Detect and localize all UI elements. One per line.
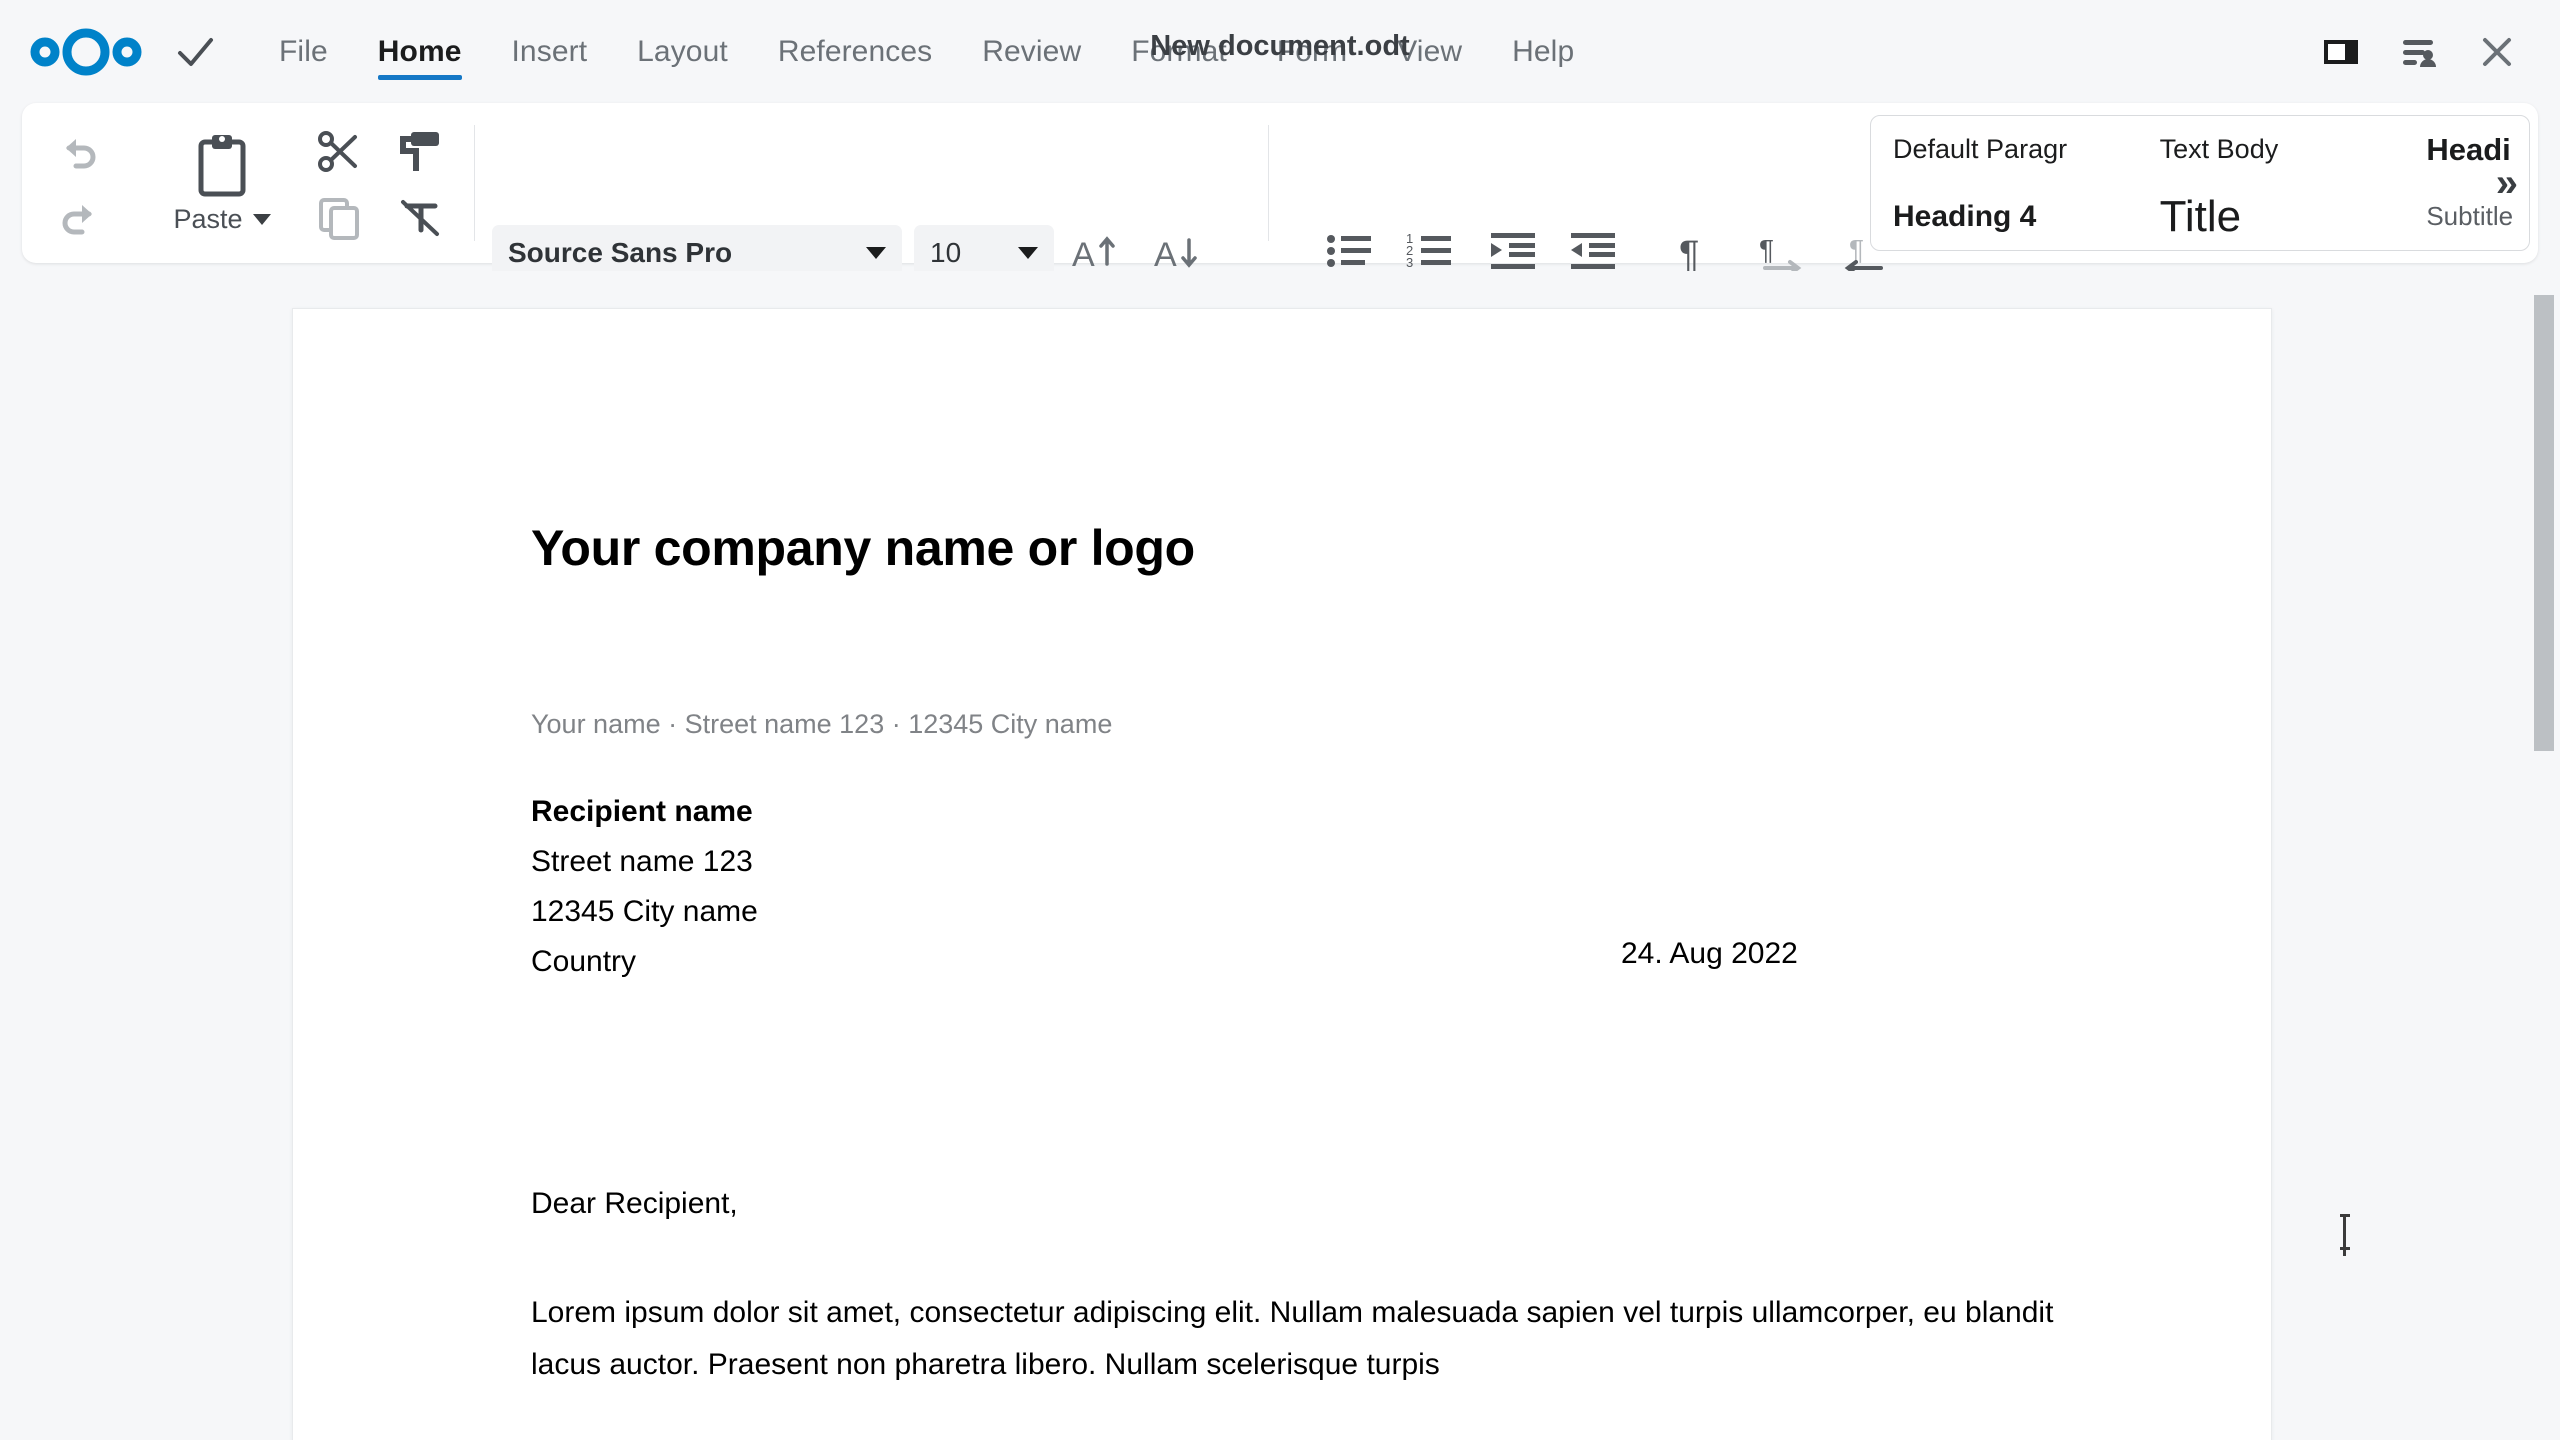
scrollbar-thumb[interactable] [2534, 295, 2554, 751]
clear-formatting-button[interactable] [388, 187, 450, 249]
copy-icon [315, 194, 363, 242]
undo-button[interactable] [48, 121, 110, 183]
clipboard-icon [191, 132, 253, 202]
svg-text:A: A [1154, 236, 1177, 274]
svg-text:¶: ¶ [1759, 234, 1774, 265]
increase-indent-icon [1489, 230, 1537, 274]
menu-item-references[interactable]: References [753, 0, 957, 103]
decrease-font-icon: A [1153, 228, 1201, 276]
cut-button[interactable] [308, 121, 370, 183]
body-paragraph: Lorem ipsum dolor sit amet, consectetur … [531, 1287, 2073, 1391]
scissors-icon [315, 128, 363, 176]
numbered-list-icon: 1 2 3 [1405, 230, 1453, 274]
style-item-text-body[interactable]: Text Body [2138, 116, 2405, 183]
ribbon-toolbar: Paste [22, 103, 2538, 263]
pilcrow-icon: ¶ [1671, 229, 1715, 275]
redo-icon [56, 195, 102, 241]
clone-formatting-button[interactable] [388, 121, 450, 183]
nextcloud-office-window: File Home Insert Layout References Revie… [0, 0, 2560, 1440]
font-name-value: Source Sans Pro [508, 237, 866, 269]
style-item-default-paragraph[interactable]: Default Paragr [1871, 116, 2138, 183]
undo-icon [56, 129, 102, 175]
paste-button[interactable]: Paste [162, 119, 282, 247]
salutation: Dear Recipient, [531, 1187, 738, 1221]
menu-bar: File Home Insert Layout References Revie… [0, 0, 2560, 103]
chevron-down-icon[interactable] [866, 247, 886, 259]
ltr-icon: ¶ [1757, 229, 1805, 275]
style-item-title[interactable]: Title [2138, 183, 2405, 250]
svg-text:3: 3 [1406, 255, 1413, 270]
menu-item-help[interactable]: Help [1487, 0, 1599, 103]
toolbar-divider [1268, 125, 1269, 241]
menu-item-layout[interactable]: Layout [612, 0, 753, 103]
save-status-check-icon[interactable] [172, 29, 218, 75]
users-list-icon[interactable] [2380, 13, 2458, 91]
chevron-down-icon[interactable] [253, 214, 271, 225]
recipient-country: Country [531, 937, 758, 987]
menu-item-file[interactable]: File [254, 0, 353, 103]
recipient-address-block: Recipient name Street name 123 12345 Cit… [531, 787, 758, 987]
chevron-down-icon[interactable] [1018, 247, 1038, 259]
sidebar-toggle-icon[interactable] [2302, 13, 2380, 91]
bullet-list-icon [1325, 230, 1373, 274]
menu-item-review[interactable]: Review [957, 0, 1106, 103]
style-gallery[interactable]: Default Paragr Text Body Headi Heading 4… [1870, 115, 2530, 251]
text-cursor-ibeam [2340, 1214, 2350, 1250]
menu-item-home[interactable]: Home [353, 0, 487, 103]
clear-formatting-icon [395, 194, 443, 242]
font-size-value: 10 [930, 237, 1018, 269]
letter-date: 24. Aug 2022 [1621, 937, 1798, 971]
recipient-street: Street name 123 [531, 837, 758, 887]
window-controls [2302, 0, 2536, 103]
paste-label: Paste [173, 204, 270, 235]
sender-address-line: Your name · Street name 123 · 12345 City… [531, 709, 1112, 740]
copy-button[interactable] [308, 187, 370, 249]
company-heading: Your company name or logo [531, 519, 1195, 577]
expand-style-gallery-icon[interactable]: » [2496, 163, 2518, 203]
document-title: New document.odt [1150, 30, 1409, 63]
document-canvas[interactable]: Your company name or logo Your name · St… [0, 271, 2560, 1440]
decrease-indent-icon [1569, 230, 1617, 274]
toolbar-divider [474, 125, 475, 241]
document-page[interactable]: Your company name or logo Your name · St… [292, 308, 2272, 1440]
recipient-city: 12345 City name [531, 887, 758, 937]
svg-text:A: A [1072, 236, 1095, 274]
increase-font-icon: A [1071, 228, 1119, 276]
nextcloud-logo[interactable] [30, 25, 142, 79]
svg-text:¶: ¶ [1679, 234, 1699, 275]
recipient-name: Recipient name [531, 787, 758, 837]
menu-item-insert[interactable]: Insert [487, 0, 613, 103]
paint-roller-icon [395, 128, 443, 176]
close-icon[interactable] [2458, 13, 2536, 91]
style-item-heading-4[interactable]: Heading 4 [1871, 183, 2138, 250]
redo-button[interactable] [48, 187, 110, 249]
vertical-scrollbar[interactable] [2534, 271, 2560, 1440]
